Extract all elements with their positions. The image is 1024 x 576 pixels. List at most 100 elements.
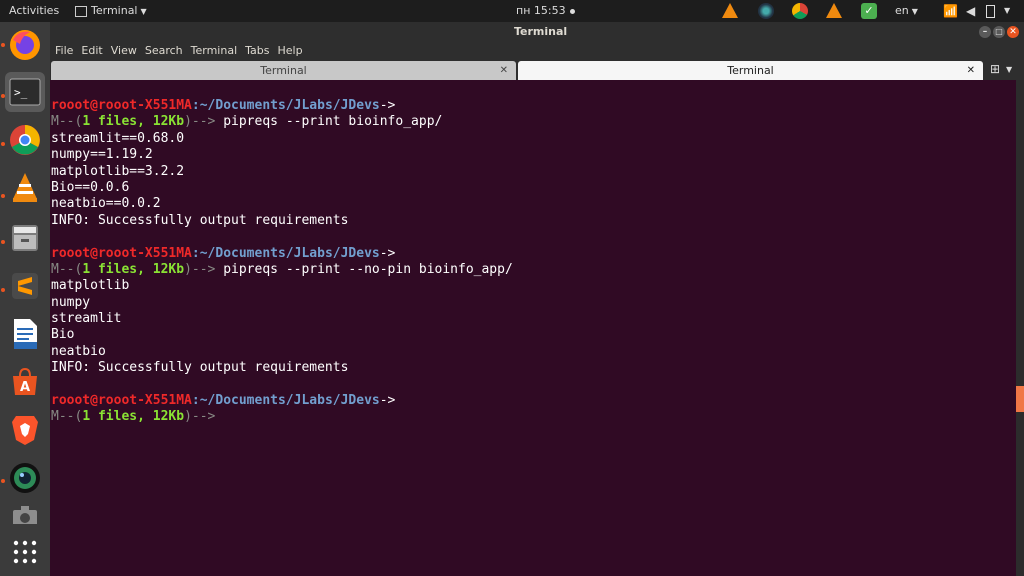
- output-line: streamlit: [51, 311, 122, 327]
- menu-search[interactable]: Search: [145, 42, 183, 60]
- tab-label: Terminal: [727, 64, 774, 77]
- maximize-button[interactable]: □: [993, 26, 1005, 38]
- chrome-icon[interactable]: [5, 120, 45, 160]
- command-line: M--(1 files, 12Kb)--> pipreqs --print --…: [51, 262, 1016, 278]
- chevron-down-icon: ▼: [140, 7, 147, 16]
- firefox-icon[interactable]: [5, 25, 45, 65]
- dock: >_ A: [0, 22, 50, 576]
- output-line: streamlit==0.68.0: [51, 130, 185, 146]
- prompt-path: :~/Documents/JLabs/JDevs: [191, 98, 380, 113]
- volume-icon[interactable]: ◀: [966, 0, 975, 22]
- status-info: 1 files, 12Kb: [82, 261, 185, 277]
- menu-file[interactable]: File: [55, 42, 73, 60]
- vlc-icon[interactable]: [722, 3, 738, 18]
- prompt-arrow: ->: [379, 245, 396, 261]
- app-menu[interactable]: Terminal ▼: [75, 0, 147, 22]
- terminal-output[interactable]: rooot@rooot-X551MA:~/Documents/JLabs/JDe…: [50, 80, 1016, 576]
- output-line: Bio: [51, 327, 75, 343]
- close-icon[interactable]: ✕: [500, 61, 508, 80]
- status-suffix: )-->: [184, 114, 216, 130]
- close-icon[interactable]: ✕: [967, 61, 975, 80]
- app-menu-label: Terminal: [91, 4, 138, 17]
- tab-bar: Terminal ✕ Terminal ✕ ⊞ ▼: [50, 60, 1024, 80]
- command-text: pipreqs --print bioinfo_app/: [215, 114, 443, 130]
- output-line: INFO: Successfully output requirements: [51, 360, 349, 376]
- svg-text:A: A: [20, 380, 30, 395]
- menu-terminal[interactable]: Terminal: [191, 42, 238, 60]
- menu-edit[interactable]: Edit: [81, 42, 102, 60]
- minimize-button[interactable]: –: [979, 26, 991, 38]
- command-line: M--(1 files, 12Kb)--> pipreqs --print bi…: [51, 114, 1016, 130]
- software-icon[interactable]: A: [5, 362, 45, 402]
- brave-icon[interactable]: [5, 410, 45, 450]
- close-button[interactable]: ✕: [1007, 26, 1019, 38]
- output-line: matplotlib==3.2.2: [51, 163, 185, 179]
- notification-dot-icon: [569, 8, 575, 14]
- output-line: Bio==0.0.6: [51, 179, 130, 195]
- window-title: Terminal: [514, 25, 568, 38]
- activities-button[interactable]: Activities: [9, 0, 59, 22]
- prompt-path: :~/Documents/JLabs/JDevs: [191, 245, 380, 261]
- status-suffix: )-->: [184, 261, 216, 277]
- status-info: 1 files, 12Kb: [82, 409, 185, 425]
- wifi-icon[interactable]: 📶: [943, 0, 958, 22]
- command-text: pipreqs --print --no-pin bioinfo_app/: [215, 261, 513, 277]
- chrome-icon[interactable]: [792, 3, 808, 19]
- output-line: INFO: Successfully output requirements: [51, 212, 349, 228]
- writer-icon[interactable]: [5, 314, 45, 354]
- prompt-arrow: ->: [379, 393, 396, 409]
- vlc-icon[interactable]: [5, 168, 45, 208]
- language-selector[interactable]: en ▼: [895, 0, 918, 22]
- prompt-line: rooot@rooot-X551MA:~/Documents/JLabs/JDe…: [51, 246, 1016, 262]
- clock[interactable]: пн 15:53: [516, 0, 575, 22]
- vlc-icon[interactable]: [826, 3, 842, 18]
- sublime-icon[interactable]: [5, 266, 45, 306]
- window-titlebar[interactable]: Terminal – □ ✕: [50, 22, 1024, 42]
- clock-label: пн 15:53: [516, 4, 566, 17]
- terminal-icon[interactable]: >_: [5, 72, 45, 112]
- terminal-small-icon: [75, 5, 87, 17]
- blender-icon[interactable]: [758, 3, 774, 19]
- status-suffix: )-->: [184, 409, 216, 425]
- svg-text:>_: >_: [14, 86, 28, 99]
- scrollbar-thumb[interactable]: [1016, 386, 1024, 412]
- screenshot-icon[interactable]: [5, 502, 45, 524]
- prompt-user-host: rooot@rooot-X551MA: [51, 98, 192, 113]
- menu-tabs[interactable]: Tabs: [245, 42, 269, 60]
- prompt-arrow: ->: [379, 98, 396, 113]
- prompt-path: :~/Documents/JLabs/JDevs: [191, 393, 380, 409]
- tab-terminal-2[interactable]: Terminal ✕: [518, 61, 983, 80]
- output-line: neatbio==0.0.2: [51, 196, 161, 212]
- prompt-line: rooot@rooot-X551MA:~/Documents/JLabs/JDe…: [51, 393, 1016, 409]
- menu-help[interactable]: Help: [278, 42, 303, 60]
- status-prefix: M--(: [51, 409, 83, 425]
- output-line: matplotlib: [51, 278, 130, 294]
- tab-label: Terminal: [260, 64, 307, 77]
- prompt-line: rooot@rooot-X551MA:~/Documents/JLabs/JDe…: [51, 98, 1016, 114]
- new-tab-icon[interactable]: ⊞: [990, 62, 1000, 76]
- output-line: numpy: [51, 294, 91, 310]
- language-label: en: [895, 4, 909, 17]
- prompt-user-host: rooot@rooot-X551MA: [51, 245, 192, 261]
- check-icon[interactable]: ✓: [861, 3, 877, 19]
- command-line: M--(1 files, 12Kb)-->: [51, 409, 1016, 425]
- status-prefix: M--(: [51, 261, 83, 277]
- output-line: neatbio: [51, 343, 106, 359]
- chevron-down-icon: ▼: [911, 7, 918, 16]
- app-grid-icon[interactable]: [5, 532, 45, 572]
- scrollbar[interactable]: [1016, 80, 1024, 576]
- tab-terminal-1[interactable]: Terminal ✕: [51, 61, 516, 80]
- menu-bar: File Edit View Search Terminal Tabs Help: [50, 42, 1024, 60]
- battery-icon[interactable]: [986, 0, 995, 22]
- output-line: numpy==1.19.2: [51, 147, 153, 163]
- prompt-user-host: rooot@rooot-X551MA: [51, 393, 192, 409]
- menu-view[interactable]: View: [111, 42, 137, 60]
- camera-icon[interactable]: [5, 458, 45, 498]
- chevron-down-icon[interactable]: ▼: [1006, 65, 1012, 74]
- top-bar: Activities Terminal ▼ пн 15:53 ✓ en ▼ 📶 ◀ …: [0, 0, 1024, 22]
- files-icon[interactable]: [5, 218, 45, 258]
- status-prefix: M--(: [51, 114, 83, 130]
- system-menu-chevron-icon[interactable]: ▼: [1004, 0, 1010, 22]
